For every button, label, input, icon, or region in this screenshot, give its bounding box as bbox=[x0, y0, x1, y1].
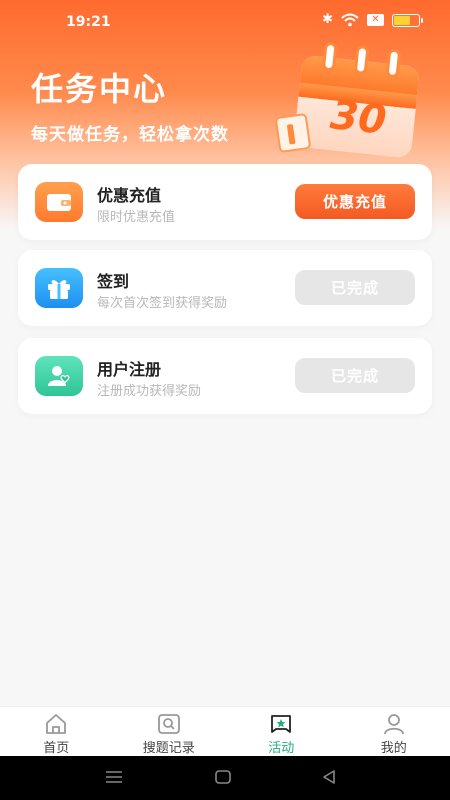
battery-icon bbox=[392, 13, 423, 27]
task-card-signin: 签到 每次首次签到获得奖励 已完成 bbox=[18, 250, 432, 326]
task-desc: 注册成功获得奖励 bbox=[97, 384, 202, 399]
tab-label: 搜题记录 bbox=[142, 741, 195, 756]
tab-activity[interactable]: 活动 bbox=[225, 707, 338, 756]
calendar-illustration-icon: 30 bbox=[275, 42, 419, 158]
system-nav-bar bbox=[0, 756, 450, 800]
bluetooth-icon: ✱ bbox=[322, 12, 333, 27]
home-square-icon[interactable] bbox=[215, 770, 231, 784]
signin-done-button[interactable]: 已完成 bbox=[295, 270, 415, 305]
task-card-recharge: 优惠充值 限时优惠充值 优惠充值 bbox=[18, 164, 432, 240]
task-title: 签到 bbox=[97, 272, 130, 291]
tab-label: 我的 bbox=[380, 741, 407, 756]
home-icon bbox=[46, 714, 67, 734]
task-title: 用户注册 bbox=[97, 360, 162, 379]
status-time: 19:21 bbox=[66, 14, 111, 30]
calendar-number: 30 bbox=[328, 92, 388, 144]
search-history-icon bbox=[157, 714, 180, 734]
profile-icon bbox=[383, 714, 404, 735]
tab-label: 首页 bbox=[43, 741, 70, 756]
battery-level bbox=[394, 15, 411, 25]
register-done-button[interactable]: 已完成 bbox=[295, 358, 415, 393]
wifi-icon bbox=[341, 13, 359, 27]
bottom-tab-bar: 首页 搜题记录 活动 我的 bbox=[0, 706, 450, 756]
tab-home[interactable]: 首页 bbox=[0, 707, 113, 756]
wallet-icon bbox=[35, 182, 83, 222]
task-desc: 每次首次签到获得奖励 bbox=[97, 296, 228, 311]
user-heart-icon bbox=[35, 356, 83, 396]
tab-search-history[interactable]: 搜题记录 bbox=[113, 707, 226, 756]
task-card-register: 用户注册 注册成功获得奖励 已完成 bbox=[18, 338, 432, 414]
page-title: 任务中心 bbox=[31, 70, 168, 108]
page-subtitle: 每天做任务，轻松拿次数 bbox=[31, 125, 229, 145]
gift-icon bbox=[35, 268, 83, 308]
menu-icon[interactable] bbox=[105, 770, 123, 784]
task-title: 优惠充值 bbox=[97, 186, 162, 205]
recharge-button[interactable]: 优惠充值 bbox=[295, 184, 415, 219]
back-icon[interactable] bbox=[322, 770, 336, 784]
tab-label: 活动 bbox=[268, 741, 295, 756]
no-sim-icon: ✕ bbox=[367, 14, 384, 26]
tab-profile[interactable]: 我的 bbox=[338, 707, 450, 756]
task-desc: 限时优惠充值 bbox=[97, 210, 176, 225]
status-icons: ✱ ✕ bbox=[322, 12, 423, 28]
activity-icon bbox=[271, 715, 292, 733]
